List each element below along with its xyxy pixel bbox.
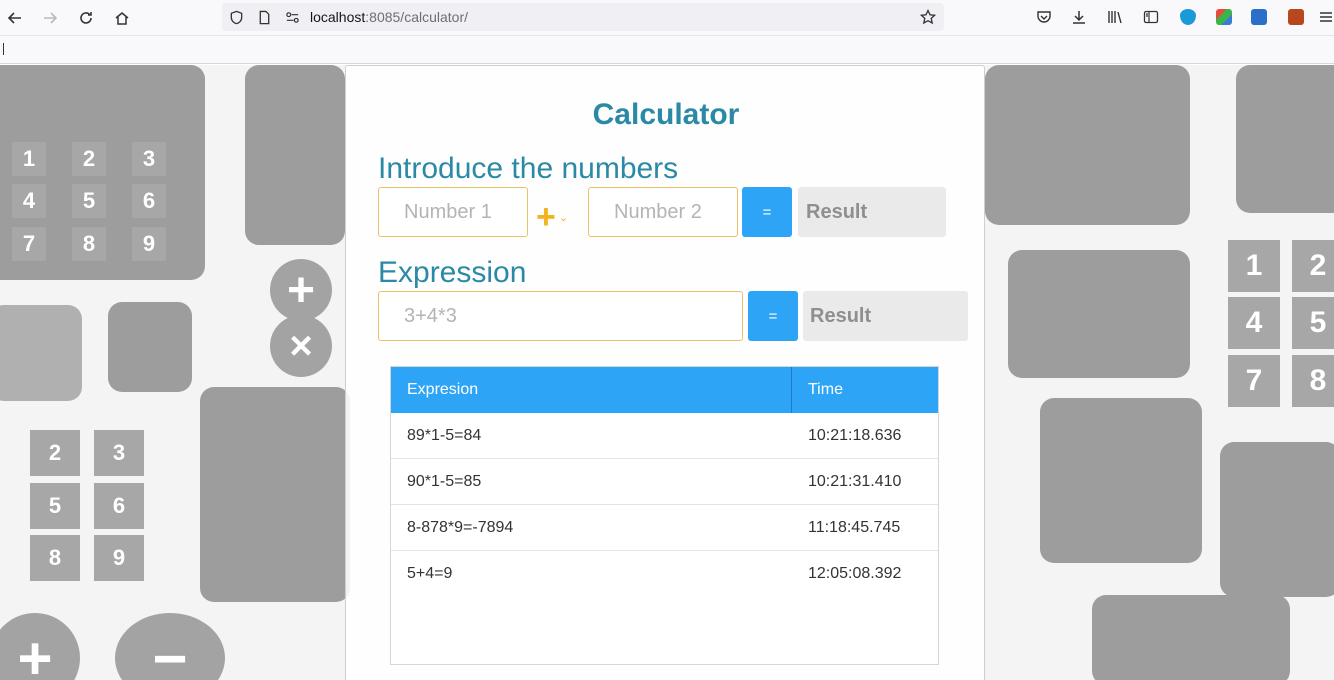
- calculate-button[interactable]: =: [742, 187, 792, 237]
- forward-icon[interactable]: [38, 6, 62, 30]
- background-key: 9: [132, 227, 166, 261]
- sidebar-icon[interactable]: [1140, 6, 1162, 28]
- table-row[interactable]: 5+4=9 12:05:08.392: [391, 551, 938, 597]
- extension-gear-icon[interactable]: [1285, 6, 1307, 28]
- background-calculator: [1008, 250, 1190, 378]
- operator-select[interactable]: + ⌄: [536, 197, 580, 237]
- background-calculator: [1040, 398, 1202, 563]
- back-icon[interactable]: [3, 6, 27, 30]
- background-calculator: [1092, 595, 1290, 680]
- background-calculator: [985, 65, 1190, 225]
- background-key: 9: [94, 535, 144, 581]
- background-key: 7: [12, 227, 46, 261]
- home-icon[interactable]: [110, 6, 134, 30]
- history-table: Expresion Time 89*1-5=84 10:21:18.636 90…: [390, 366, 939, 665]
- numbers-label: Introduce the numbers: [378, 152, 679, 185]
- reload-icon[interactable]: [74, 6, 98, 30]
- column-header-expression[interactable]: Expresion: [391, 367, 791, 413]
- time-cell: 11:18:45.745: [808, 519, 901, 536]
- evaluate-expression-button[interactable]: =: [748, 291, 798, 341]
- numbers-result: Result: [798, 187, 946, 237]
- expression-result: Result: [803, 291, 968, 341]
- time-cell: 10:21:31.410: [808, 473, 902, 490]
- extension-puzzle-icon[interactable]: [1213, 6, 1235, 28]
- expression-cell: 89*1-5=84: [407, 427, 482, 444]
- library-icon[interactable]: [1104, 6, 1126, 28]
- pocket-icon[interactable]: [1033, 6, 1055, 28]
- expression-cell: 5+4=9: [407, 565, 453, 582]
- background-key: 2: [30, 430, 80, 476]
- number2-input[interactable]: Number 2: [588, 187, 738, 237]
- background-key: 6: [94, 483, 144, 529]
- table-row[interactable]: 90*1-5=85 10:21:31.410: [391, 459, 938, 505]
- browser-toolbar: localhost:8085/calculator/: [0, 0, 1334, 36]
- background-key: 3: [94, 430, 144, 476]
- extension-shield-icon[interactable]: [1177, 6, 1199, 28]
- bookmarks-bar: [0, 36, 1334, 64]
- background-key: 4: [1228, 297, 1280, 349]
- address-bar[interactable]: localhost:8085/calculator/: [222, 3, 944, 31]
- background-calculator: [200, 387, 350, 602]
- background-key: 5: [1292, 297, 1334, 349]
- background-key: 8: [30, 535, 80, 581]
- table-header: Expresion Time: [391, 367, 938, 413]
- expression-cell: 8-878*9=-7894: [407, 519, 514, 536]
- background-calculator: [0, 305, 82, 401]
- background-minus-circle: −: [115, 613, 225, 680]
- background-plus-circle: +: [0, 613, 80, 680]
- expression-placeholder: 3+4*3: [404, 304, 457, 327]
- background-key: 1: [1228, 240, 1280, 292]
- background-plus-circle: +: [270, 259, 332, 321]
- background-key: 6: [132, 184, 166, 218]
- background-key: 2: [1292, 240, 1334, 292]
- downloads-icon[interactable]: [1068, 6, 1090, 28]
- calculator-card: Calculator Introduce the numbers Number …: [345, 65, 985, 680]
- bookmark-star-icon[interactable]: [920, 9, 936, 25]
- menu-icon[interactable]: [1318, 6, 1334, 28]
- shield-icon[interactable]: [228, 9, 244, 25]
- background-calculator: [1220, 442, 1334, 597]
- number1-input[interactable]: Number 1: [378, 187, 528, 237]
- background-times-circle: ×: [270, 315, 332, 377]
- background-key: 4: [12, 184, 46, 218]
- background-key: 1: [12, 142, 46, 176]
- background-key: 7: [1228, 355, 1280, 407]
- number2-placeholder: Number 2: [614, 200, 702, 223]
- numbers-result-text: Result: [806, 200, 868, 223]
- expression-label: Expression: [378, 256, 527, 289]
- column-header-time[interactable]: Time: [792, 367, 938, 413]
- background-key: 5: [30, 483, 80, 529]
- site-info-icon[interactable]: [284, 9, 300, 25]
- time-cell: 12:05:08.392: [808, 565, 902, 582]
- time-cell: 10:21:18.636: [808, 427, 902, 444]
- page-title: Calculator: [592, 98, 740, 131]
- page-icon: [256, 9, 272, 25]
- operator-value: +: [536, 198, 556, 236]
- background-calculator: [108, 302, 192, 392]
- background-key: 8: [1292, 355, 1334, 407]
- table-row[interactable]: 89*1-5=84 10:21:18.636: [391, 413, 938, 459]
- table-row[interactable]: 8-878*9=-7894 11:18:45.745: [391, 505, 938, 551]
- background-key: 2: [72, 142, 106, 176]
- page-background: 1 2 3 4 5 6 7 8 9 + × 2 3 5 6 8 9 + − 1 …: [0, 65, 1334, 680]
- expression-input[interactable]: 3+4*3: [378, 291, 743, 341]
- number1-placeholder: Number 1: [404, 200, 492, 223]
- text-caret: [3, 43, 4, 55]
- chevron-down-icon: ⌄: [558, 211, 569, 224]
- expression-cell: 90*1-5=85: [407, 473, 482, 490]
- background-key: 8: [72, 227, 106, 261]
- background-calculator: [245, 65, 345, 245]
- background-key: 5: [72, 184, 106, 218]
- extension-blue-icon[interactable]: [1248, 6, 1270, 28]
- background-key: 3: [132, 142, 166, 176]
- url-text[interactable]: localhost:8085/calculator/: [310, 9, 468, 25]
- background-calculator: [1236, 65, 1334, 213]
- background-calculator: 1 2 3 4 5 6 7 8 9: [0, 65, 205, 280]
- expression-result-text: Result: [810, 304, 872, 327]
